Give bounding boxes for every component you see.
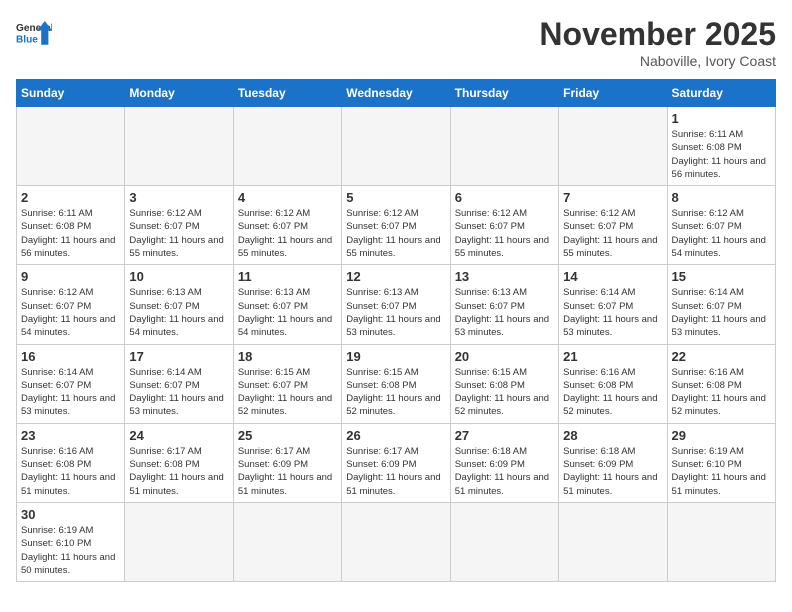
- day-11: 11 Sunrise: 6:13 AM Sunset: 6:07 PM Dayl…: [233, 265, 341, 344]
- empty-cell: [233, 502, 341, 581]
- header-friday: Friday: [559, 80, 667, 107]
- empty-cell: [667, 502, 775, 581]
- day-7: 7 Sunrise: 6:12 AM Sunset: 6:07 PM Dayli…: [559, 186, 667, 265]
- day-10: 10 Sunrise: 6:13 AM Sunset: 6:07 PM Dayl…: [125, 265, 233, 344]
- week-row-6: 30 Sunrise: 6:19 AM Sunset: 6:10 PM Dayl…: [17, 502, 776, 581]
- day-17: 17 Sunrise: 6:14 AM Sunset: 6:07 PM Dayl…: [125, 344, 233, 423]
- day-4: 4 Sunrise: 6:12 AM Sunset: 6:07 PM Dayli…: [233, 186, 341, 265]
- calendar-table: Sunday Monday Tuesday Wednesday Thursday…: [16, 79, 776, 582]
- empty-cell: [125, 502, 233, 581]
- day-6: 6 Sunrise: 6:12 AM Sunset: 6:07 PM Dayli…: [450, 186, 558, 265]
- page-header: GeneralBlue November 2025 Naboville, Ivo…: [16, 16, 776, 69]
- day-15: 15 Sunrise: 6:14 AM Sunset: 6:07 PM Dayl…: [667, 265, 775, 344]
- empty-cell: [233, 107, 341, 186]
- empty-cell: [450, 502, 558, 581]
- header-sunday: Sunday: [17, 80, 125, 107]
- empty-cell: [559, 107, 667, 186]
- daylight-label: Daylight:: [672, 156, 709, 167]
- header-wednesday: Wednesday: [342, 80, 450, 107]
- month-title: November 2025: [539, 16, 776, 53]
- day-25: 25 Sunrise: 6:17 AM Sunset: 6:09 PM Dayl…: [233, 423, 341, 502]
- svg-text:Blue: Blue: [16, 35, 38, 46]
- week-row-2: 2 Sunrise: 6:11 AM Sunset: 6:08 PM Dayli…: [17, 186, 776, 265]
- day-14: 14 Sunrise: 6:14 AM Sunset: 6:07 PM Dayl…: [559, 265, 667, 344]
- header-monday: Monday: [125, 80, 233, 107]
- day-9: 9 Sunrise: 6:12 AM Sunset: 6:07 PM Dayli…: [17, 265, 125, 344]
- day-19: 19 Sunrise: 6:15 AM Sunset: 6:08 PM Dayl…: [342, 344, 450, 423]
- empty-cell: [17, 107, 125, 186]
- week-row-5: 23 Sunrise: 6:16 AM Sunset: 6:08 PM Dayl…: [17, 423, 776, 502]
- empty-cell: [559, 502, 667, 581]
- empty-cell: [342, 502, 450, 581]
- day-27: 27 Sunrise: 6:18 AM Sunset: 6:09 PM Dayl…: [450, 423, 558, 502]
- day-23: 23 Sunrise: 6:16 AM Sunset: 6:08 PM Dayl…: [17, 423, 125, 502]
- d1-sunset: 6:08 PM: [706, 142, 741, 153]
- day-28: 28 Sunrise: 6:18 AM Sunset: 6:09 PM Dayl…: [559, 423, 667, 502]
- header-tuesday: Tuesday: [233, 80, 341, 107]
- day-13: 13 Sunrise: 6:13 AM Sunset: 6:07 PM Dayl…: [450, 265, 558, 344]
- d1-sunrise: 6:11 AM: [709, 129, 743, 140]
- week-row-4: 16 Sunrise: 6:14 AM Sunset: 6:07 PM Dayl…: [17, 344, 776, 423]
- empty-cell: [342, 107, 450, 186]
- day-16: 16 Sunrise: 6:14 AM Sunset: 6:07 PM Dayl…: [17, 344, 125, 423]
- day-24: 24 Sunrise: 6:17 AM Sunset: 6:08 PM Dayl…: [125, 423, 233, 502]
- day-29: 29 Sunrise: 6:19 AM Sunset: 6:10 PM Dayl…: [667, 423, 775, 502]
- day-3: 3 Sunrise: 6:12 AM Sunset: 6:07 PM Dayli…: [125, 186, 233, 265]
- day-21: 21 Sunrise: 6:16 AM Sunset: 6:08 PM Dayl…: [559, 344, 667, 423]
- header-saturday: Saturday: [667, 80, 775, 107]
- sunrise-label: Sunrise:: [672, 129, 707, 140]
- logo-icon: GeneralBlue: [16, 16, 52, 52]
- day-18: 18 Sunrise: 6:15 AM Sunset: 6:07 PM Dayl…: [233, 344, 341, 423]
- weekday-header-row: Sunday Monday Tuesday Wednesday Thursday…: [17, 80, 776, 107]
- week-row-3: 9 Sunrise: 6:12 AM Sunset: 6:07 PM Dayli…: [17, 265, 776, 344]
- day-20: 20 Sunrise: 6:15 AM Sunset: 6:08 PM Dayl…: [450, 344, 558, 423]
- day-12: 12 Sunrise: 6:13 AM Sunset: 6:07 PM Dayl…: [342, 265, 450, 344]
- sunset-label: Sunset:: [672, 142, 704, 153]
- day-2: 2 Sunrise: 6:11 AM Sunset: 6:08 PM Dayli…: [17, 186, 125, 265]
- day-8: 8 Sunrise: 6:12 AM Sunset: 6:07 PM Dayli…: [667, 186, 775, 265]
- day-1: 1 Sunrise: 6:11 AM Sunset: 6:08 PM Dayli…: [667, 107, 775, 186]
- day-22: 22 Sunrise: 6:16 AM Sunset: 6:08 PM Dayl…: [667, 344, 775, 423]
- logo: GeneralBlue: [16, 16, 52, 52]
- empty-cell: [125, 107, 233, 186]
- day-26: 26 Sunrise: 6:17 AM Sunset: 6:09 PM Dayl…: [342, 423, 450, 502]
- title-block: November 2025 Naboville, Ivory Coast: [539, 16, 776, 69]
- week-row-1: 1 Sunrise: 6:11 AM Sunset: 6:08 PM Dayli…: [17, 107, 776, 186]
- location: Naboville, Ivory Coast: [539, 53, 776, 69]
- day-30: 30 Sunrise: 6:19 AM Sunset: 6:10 PM Dayl…: [17, 502, 125, 581]
- empty-cell: [450, 107, 558, 186]
- header-thursday: Thursday: [450, 80, 558, 107]
- day-5: 5 Sunrise: 6:12 AM Sunset: 6:07 PM Dayli…: [342, 186, 450, 265]
